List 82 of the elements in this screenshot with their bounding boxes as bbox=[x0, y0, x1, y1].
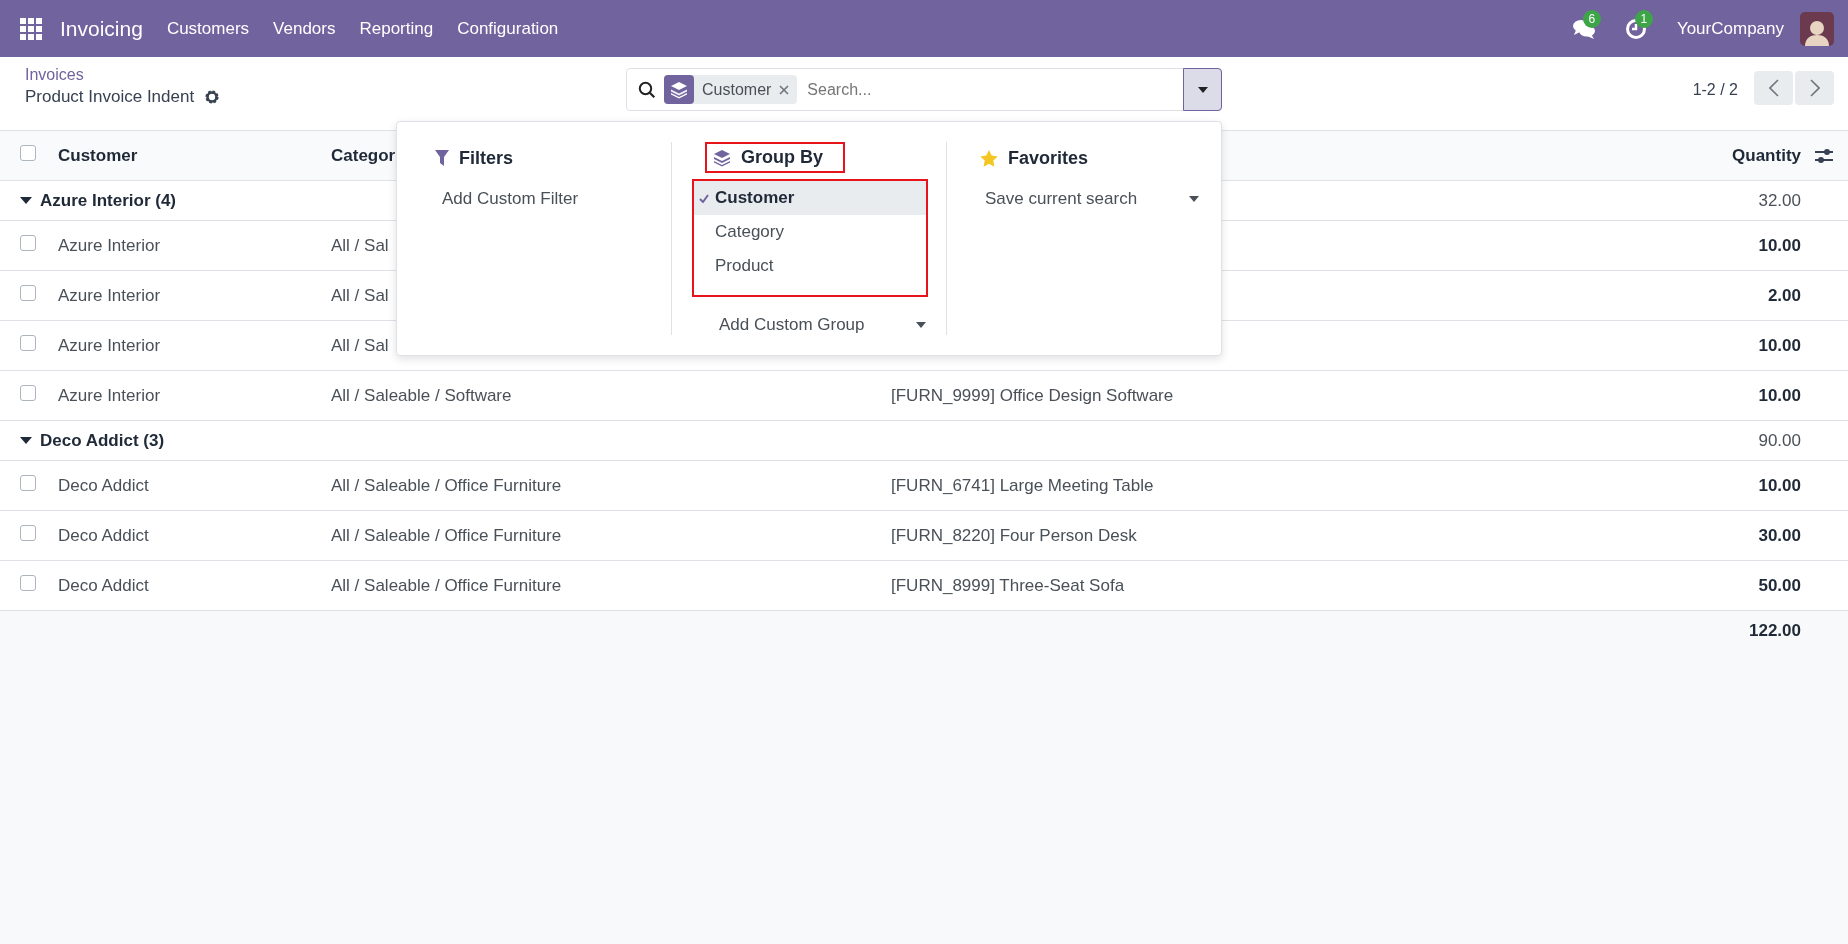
check-icon bbox=[699, 193, 709, 203]
table-cell-text: Deco Addict bbox=[58, 475, 150, 496]
column-header[interactable]: Quantity bbox=[1732, 145, 1801, 166]
table-cell-text: All / Saleable / Office Furniture bbox=[331, 575, 563, 596]
menu-item[interactable]: Reporting bbox=[347, 12, 446, 45]
menu-item[interactable]: Vendors bbox=[261, 12, 348, 45]
save-search-toggle[interactable]: Save current search bbox=[985, 182, 1199, 216]
table-cell-text: 10.00 bbox=[1757, 475, 1801, 496]
section-title: Favorites bbox=[1008, 147, 1089, 169]
group-by-option[interactable]: Product bbox=[694, 249, 926, 283]
table-cell-text: All / Saleable / Office Furniture bbox=[331, 525, 563, 546]
table-cell-text: Azure Interior bbox=[58, 385, 162, 406]
table-cell-text: All / Sal bbox=[331, 285, 390, 306]
table-cell-text: [FURN_9999] Office Design Software bbox=[891, 385, 1175, 406]
checkbox[interactable] bbox=[20, 385, 36, 401]
table-cell-text: 30.00 bbox=[1757, 525, 1801, 546]
checkbox[interactable] bbox=[20, 525, 36, 541]
next-page-button[interactable] bbox=[1795, 71, 1834, 105]
table-cell-text: All / Saleable / Software bbox=[331, 385, 513, 406]
group-by-option[interactable]: Category bbox=[694, 215, 926, 249]
table-cell-text: 10.00 bbox=[1757, 385, 1801, 406]
custom-group-select[interactable]: Add Custom Group bbox=[719, 315, 926, 335]
group-label: Azure Interior (4) bbox=[40, 190, 177, 211]
table-cell-text: All / Sal bbox=[331, 235, 390, 256]
table-cell-text: Azure Interior bbox=[58, 335, 162, 356]
page-title: Product Invoice Indent bbox=[25, 87, 195, 107]
chevron-left-icon bbox=[1768, 79, 1779, 97]
company-name[interactable]: YourCompany bbox=[1676, 18, 1784, 39]
group-by-option[interactable]: Customer bbox=[694, 181, 926, 215]
caret-icon bbox=[1189, 196, 1199, 202]
group-label: Deco Addict (3) bbox=[40, 430, 165, 451]
table-cell-text: All / Saleable / Office Furniture bbox=[331, 475, 563, 496]
table-cell-text: [FURN_6741] Large Meeting Table bbox=[891, 475, 1155, 496]
checkbox[interactable] bbox=[20, 235, 36, 251]
column-settings-icon[interactable] bbox=[1815, 147, 1833, 164]
search-icon bbox=[638, 80, 656, 99]
checkbox[interactable] bbox=[20, 575, 36, 591]
table-cell-text: All / Sal bbox=[331, 335, 390, 356]
table-cell-text: Deco Addict bbox=[58, 525, 150, 546]
table-cell-text: Azure Interior bbox=[58, 285, 162, 306]
search-field[interactable]: Customer Search... bbox=[626, 68, 1222, 111]
table-cell-text: [FURN_8220] Four Person Desk bbox=[891, 525, 1138, 546]
breadcrumb-link[interactable]: Invoices bbox=[25, 66, 626, 84]
user-avatar[interactable] bbox=[1800, 11, 1834, 46]
layers-icon bbox=[713, 148, 731, 167]
previous-page-button[interactable] bbox=[1754, 71, 1793, 105]
pager-value[interactable]: 1-2 / 2 bbox=[1692, 81, 1738, 99]
activity-count-badge: 1 bbox=[1634, 9, 1653, 28]
checkbox[interactable] bbox=[20, 145, 36, 161]
close-icon[interactable] bbox=[779, 85, 790, 95]
column-header[interactable]: Customer bbox=[58, 145, 138, 166]
section-title: Filters bbox=[459, 147, 514, 169]
checkbox[interactable] bbox=[20, 285, 36, 301]
apps-menu-icon[interactable] bbox=[20, 17, 42, 40]
message-count-badge: 6 bbox=[1582, 9, 1601, 28]
checkbox[interactable] bbox=[20, 475, 36, 491]
caret-icon bbox=[1197, 86, 1208, 93]
menu-item[interactable]: Add Custom Filter bbox=[397, 182, 671, 216]
gear-icon[interactable] bbox=[204, 89, 221, 105]
group-total: 32.00 bbox=[1757, 190, 1801, 211]
filter-icon bbox=[435, 150, 449, 166]
grand-total: 122.00 bbox=[1748, 621, 1801, 641]
section-title: Group By bbox=[741, 147, 823, 168]
menu-item[interactable]: Configuration bbox=[445, 12, 571, 45]
search-input[interactable]: Search... bbox=[797, 69, 1183, 110]
search-options-toggle[interactable] bbox=[1183, 68, 1222, 111]
table-cell-text: Azure Interior bbox=[58, 235, 162, 256]
table-cell-text: [FURN_8999] Three-Seat Sofa bbox=[891, 575, 1126, 596]
chevron-right-icon bbox=[1809, 79, 1820, 97]
table-cell-text: 2.00 bbox=[1766, 285, 1801, 306]
facet-label: Customer bbox=[701, 80, 773, 99]
group-total: 90.00 bbox=[1757, 430, 1801, 451]
column-header[interactable]: Categor bbox=[331, 145, 396, 166]
table-cell-text: 10.00 bbox=[1757, 235, 1801, 256]
menu-item[interactable]: Customers bbox=[154, 12, 262, 45]
star-icon bbox=[980, 149, 998, 167]
table-cell-text: Deco Addict bbox=[58, 575, 150, 596]
table-cell-text: 10.00 bbox=[1757, 335, 1801, 356]
checkbox[interactable] bbox=[20, 335, 36, 351]
table-cell-text: 50.00 bbox=[1757, 575, 1801, 596]
layers-icon bbox=[670, 80, 688, 99]
app-title[interactable]: Invoicing bbox=[60, 16, 143, 41]
